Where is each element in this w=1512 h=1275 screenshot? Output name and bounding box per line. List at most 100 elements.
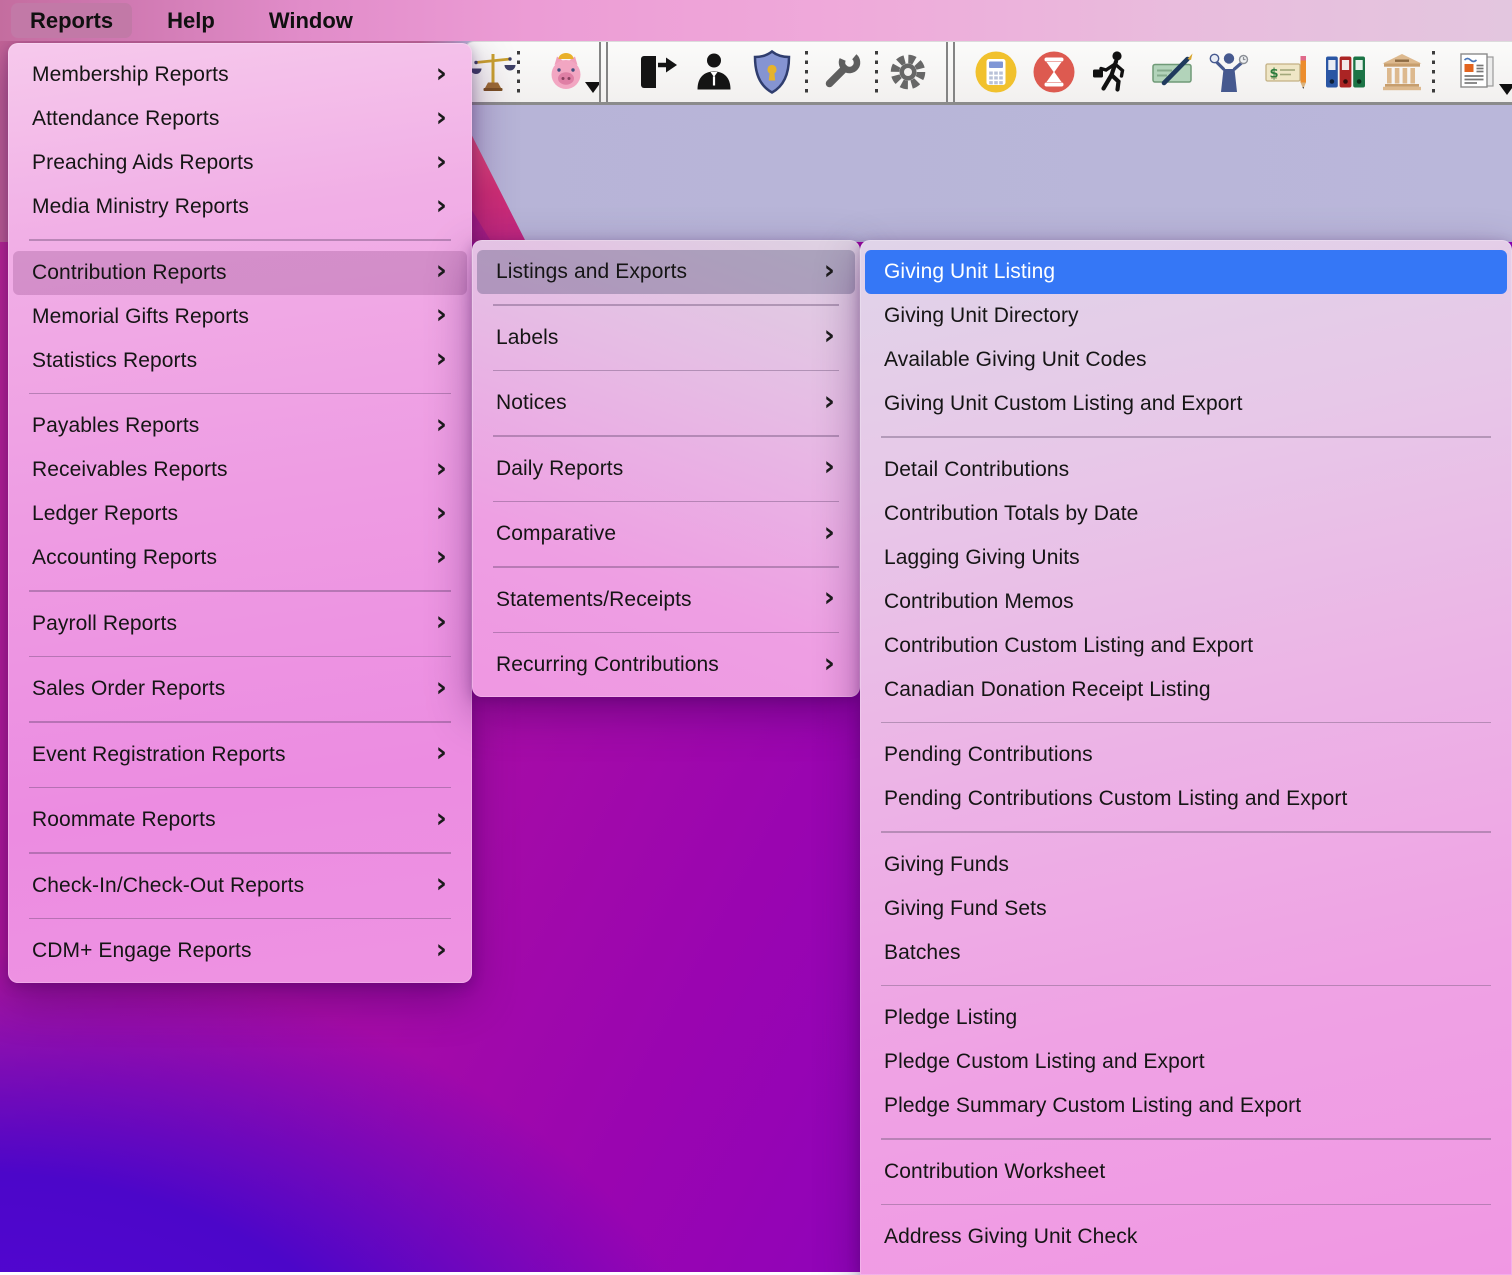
wrench-utilities-icon[interactable]	[818, 48, 866, 96]
menu-item-label: Preaching Aids Reports	[32, 151, 254, 175]
menu-item-giving-unit-directory[interactable]: Giving Unit Directory	[865, 294, 1507, 338]
chevron-right-icon: ›	[436, 936, 447, 963]
menu-item-memorial-gifts-reports[interactable]: Memorial Gifts Reports›	[13, 295, 467, 339]
piggy-bank-icon[interactable]	[542, 48, 590, 96]
menu-item-label: Roommate Reports	[32, 808, 216, 832]
menu-item-giving-funds[interactable]: Giving Funds	[865, 843, 1507, 887]
chevron-right-icon: ›	[436, 345, 447, 372]
menu-item-check-in-check-out-reports[interactable]: Check-In/Check-Out Reports ›	[13, 864, 467, 908]
menu-item-label: Memorial Gifts Reports	[32, 305, 249, 329]
menu-item-pending-contributions-custom-listing-and-export[interactable]: Pending Contributions Custom Listing and…	[865, 777, 1507, 821]
toolbar-separator	[517, 51, 520, 95]
menu-item-giving-fund-sets[interactable]: Giving Fund Sets	[865, 887, 1507, 931]
menu-item-membership-reports[interactable]: Membership Reports ›	[13, 53, 467, 97]
menu-item-label: Contribution Totals by Date	[884, 502, 1138, 526]
menu-item-payroll-reports[interactable]: Payroll Reports ›	[13, 602, 467, 646]
menu-item-attendance-reports[interactable]: Attendance Reports›	[13, 97, 467, 141]
exit-door-icon[interactable]	[632, 48, 680, 96]
chevron-right-icon: ›	[436, 608, 447, 635]
menu-item-contribution-custom-listing-and-export[interactable]: Contribution Custom Listing and Export	[865, 624, 1507, 668]
menubar-item-label: Help	[167, 8, 215, 34]
menu-item-pending-contributions[interactable]: Pending Contributions	[865, 733, 1507, 777]
menu-item-label: Contribution Memos	[884, 590, 1074, 614]
gear-settings-icon[interactable]	[884, 48, 932, 96]
menu-item-comparative[interactable]: Comparative›	[477, 512, 855, 556]
menu-item-pledge-custom-listing-and-export[interactable]: Pledge Custom Listing and Export	[865, 1040, 1507, 1084]
menu-separator	[881, 1204, 1491, 1206]
reports-menu: Membership Reports›Attendance Reports›Pr…	[8, 43, 472, 983]
menu-item-detail-contributions[interactable]: Detail Contributions	[865, 448, 1507, 492]
menu-item-contribution-reports[interactable]: Contribution Reports›	[13, 251, 467, 295]
payroll-check-icon[interactable]: $	[1263, 48, 1311, 96]
menu-item-cdm-engage-reports[interactable]: CDM+ Engage Reports›	[13, 929, 467, 973]
menu-item-available-giving-unit-codes[interactable]: Available Giving Unit Codes	[865, 338, 1507, 382]
menu-item-label: Payables Reports	[32, 414, 199, 438]
menu-item-daily-reports[interactable]: Daily Reports›	[477, 447, 855, 491]
menu-item-roommate-reports[interactable]: Roommate Reports ›	[13, 798, 467, 842]
chevron-right-icon: ›	[436, 192, 447, 219]
menu-item-media-ministry-reports[interactable]: Media Ministry Reports ›	[13, 185, 467, 229]
menu-item-label: Membership Reports	[32, 63, 229, 87]
menu-item-contribution-totals-by-date[interactable]: Contribution Totals by Date	[865, 492, 1507, 536]
menubar-item-help[interactable]: Help	[148, 3, 234, 38]
binders-ledger-icon[interactable]	[1322, 48, 1370, 96]
menu-separator	[881, 722, 1491, 724]
balance-scale-icon[interactable]	[469, 48, 517, 96]
toolbar-separator	[946, 42, 955, 102]
menu-item-label: Batches	[884, 941, 961, 965]
menu-item-label: Check-In/Check-Out Reports	[32, 874, 304, 898]
contribution-reports-submenu: Listings and Exports› Labels› Notices› Dail…	[472, 240, 860, 697]
menu-item-contribution-worksheet[interactable]: Contribution Worksheet	[865, 1150, 1507, 1194]
menu-item-label: Giving Funds	[884, 853, 1009, 877]
menu-item-event-registration-reports[interactable]: Event Registration Reports›	[13, 733, 467, 777]
report-document-icon[interactable]	[1454, 48, 1502, 96]
menu-item-lagging-giving-units[interactable]: Lagging Giving Units	[865, 536, 1507, 580]
chevron-right-icon: ›	[436, 870, 447, 897]
menu-item-address-giving-unit-check[interactable]: Address Giving Unit Check	[865, 1215, 1507, 1259]
menu-item-labels[interactable]: Labels›	[477, 316, 855, 360]
app-toolbar: $	[464, 41, 1512, 105]
menu-item-contribution-memos[interactable]: Contribution Memos	[865, 580, 1507, 624]
menu-item-label: Statistics Reports	[32, 349, 197, 373]
menu-separator	[493, 566, 839, 568]
menu-item-ledger-reports[interactable]: Ledger Reports›	[13, 492, 467, 536]
chevron-right-icon: ›	[436, 104, 447, 131]
menu-item-sales-order-reports[interactable]: Sales Order Reports›	[13, 667, 467, 711]
payroll-person-icon[interactable]	[1205, 48, 1253, 96]
menu-item-canadian-donation-receipt-listing[interactable]: Canadian Donation Receipt Listing	[865, 668, 1507, 712]
hourglass-time-icon[interactable]	[1030, 48, 1078, 96]
menu-item-statistics-reports[interactable]: Statistics Reports ›	[13, 339, 467, 383]
visitor-walking-icon[interactable]	[1089, 48, 1137, 96]
chevron-right-icon: ›	[436, 805, 447, 832]
menubar-item-reports[interactable]: Reports	[11, 3, 132, 38]
menu-item-label: Contribution Reports	[32, 261, 227, 285]
menu-item-label: Giving Unit Listing	[884, 260, 1055, 284]
check-writing-icon[interactable]	[1148, 48, 1196, 96]
menu-separator	[493, 501, 839, 503]
menu-item-giving-unit-listing[interactable]: Giving Unit Listing	[865, 250, 1507, 294]
chevron-right-icon: ›	[436, 60, 447, 87]
bank-building-icon[interactable]	[1378, 48, 1426, 96]
menu-separator	[881, 985, 1491, 987]
menu-item-label: Payroll Reports	[32, 612, 177, 636]
security-shield-icon[interactable]	[748, 48, 796, 96]
menu-item-giving-unit-custom-listing-and-export[interactable]: Giving Unit Custom Listing and Export	[865, 382, 1507, 426]
menu-item-receivables-reports[interactable]: Receivables Reports›	[13, 448, 467, 492]
svg-text:$: $	[1270, 67, 1279, 82]
menu-item-label: Receivables Reports	[32, 458, 228, 482]
menubar-item-window[interactable]: Window	[250, 3, 372, 38]
menu-item-pledge-listing[interactable]: Pledge Listing	[865, 996, 1507, 1040]
menu-item-label: Listings and Exports	[496, 260, 687, 284]
menu-item-preaching-aids-reports[interactable]: Preaching Aids Reports›	[13, 141, 467, 185]
menu-item-recurring-contributions[interactable]: Recurring Contributions›	[477, 643, 855, 687]
menu-item-accounting-reports[interactable]: Accounting Reports›	[13, 536, 467, 580]
menu-item-listings-and-exports[interactable]: Listings and Exports›	[477, 250, 855, 294]
calculator-icon[interactable]	[972, 48, 1020, 96]
menu-item-pledge-summary-custom-listing-and-export[interactable]: Pledge Summary Custom Listing and Export	[865, 1084, 1507, 1128]
menu-item-payables-reports[interactable]: Payables Reports›	[13, 404, 467, 448]
menu-item-batches[interactable]: Batches	[865, 931, 1507, 975]
menu-item-notices[interactable]: Notices›	[477, 381, 855, 425]
person-record-icon[interactable]	[690, 48, 738, 96]
menu-item-statements-receipts[interactable]: Statements/Receipts›	[477, 578, 855, 622]
menu-item-label: Media Ministry Reports	[32, 195, 249, 219]
